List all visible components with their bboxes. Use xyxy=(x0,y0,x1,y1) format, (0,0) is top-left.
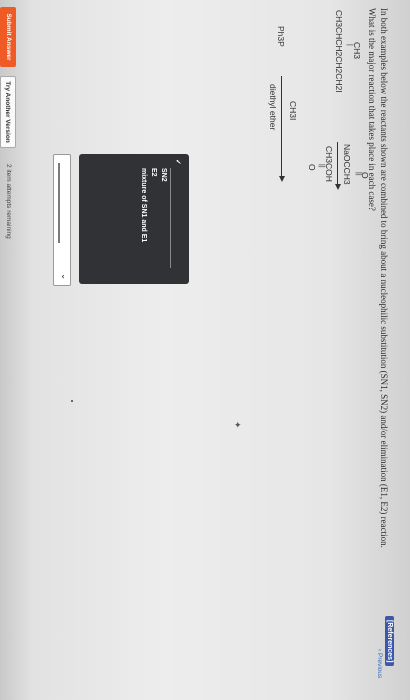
dropdown-option-mixture[interactable]: mixture of SN1 and E1 xyxy=(140,168,147,242)
question-page: [References] In both examples below the … xyxy=(0,4,398,694)
reaction2-reagent: CH3I xyxy=(288,101,298,121)
submit-answer-button[interactable]: Submit Answer xyxy=(0,7,16,67)
reaction1-arrow-head xyxy=(335,184,341,190)
reaction1-substrate: CH3CHCH2CH2CH2I xyxy=(334,10,344,93)
dropdown-option-blank[interactable] xyxy=(170,168,182,268)
previous-label: ‹ Previous xyxy=(376,649,383,679)
reaction1-reagent: NaOCCH3 xyxy=(342,144,352,185)
dropdown-option-e2[interactable]: E2 xyxy=(150,168,157,177)
cursor-icon: ✦ xyxy=(234,421,242,431)
reaction1-solvent-bond: || xyxy=(318,164,325,168)
reaction1-reagent-bond: || xyxy=(355,172,362,176)
photo-background: [References] In both examples below the … xyxy=(0,0,410,700)
previous-link[interactable]: ‹ Previous xyxy=(371,649,387,697)
reaction1-solvent: CH3COH xyxy=(324,146,334,182)
selected-check-icon: ✓ xyxy=(174,159,181,165)
select-placeholder-line xyxy=(58,163,60,243)
chevron-down-icon: ⌄ xyxy=(60,273,70,281)
reaction2-arrow xyxy=(281,76,282,176)
reaction2-solvent: diethyl ether xyxy=(268,84,278,131)
question-text: In both examples below the reactants sho… xyxy=(366,8,390,688)
reaction1-arrow xyxy=(337,142,338,184)
reaction1-solvent-o: O xyxy=(307,164,317,171)
reaction2-answer-select[interactable]: ⌄ xyxy=(53,154,71,286)
try-another-version-button[interactable]: Try Another Version xyxy=(0,76,16,148)
reaction2-substrate: Ph3P xyxy=(276,26,286,47)
question-line-1: In both examples below the reactants sho… xyxy=(379,8,389,548)
reaction1-answer-dropdown[interactable]: ✓ SN2 E2 mixture of SN1 and E1 xyxy=(79,154,189,284)
dropdown-option-sn2[interactable]: SN2 xyxy=(160,168,167,182)
attempts-remaining-text: 2 item attempts remaining xyxy=(5,164,12,239)
reaction2-arrow-head xyxy=(279,176,285,182)
reaction1-branch: CH3 xyxy=(352,42,362,60)
question-line-2: What is the major reaction that takes pl… xyxy=(367,8,377,211)
stray-dot xyxy=(71,400,73,402)
